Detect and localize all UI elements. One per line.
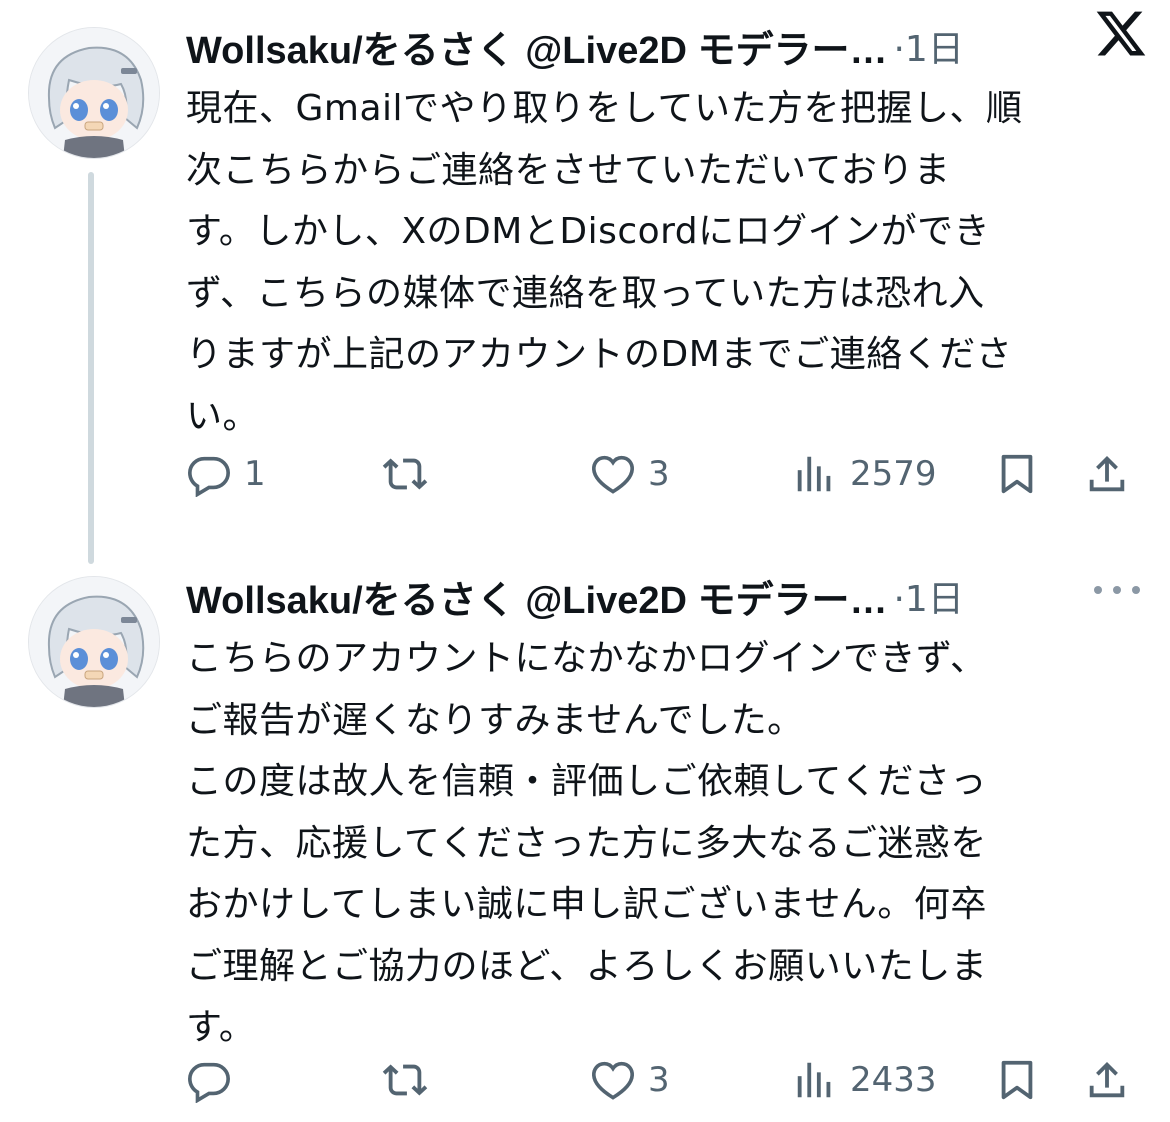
views-icon xyxy=(797,1062,831,1098)
views-button[interactable]: 2433 xyxy=(792,1050,937,1110)
bookmark-button[interactable] xyxy=(994,1050,1040,1110)
tweet[interactable]: Wollsaku/をるさく @Live2D モデラー… ·1日 こちらのアカウン… xyxy=(0,560,1170,1122)
tweet-actions: 1 3 2579 xyxy=(186,444,1146,504)
tweet-text: 現在、Gmailでやり取りをしていた方を把握し、順 次こちらからご連絡をさせてい… xyxy=(186,88,1023,437)
avatar[interactable] xyxy=(28,27,160,159)
tweet-time[interactable]: ·1日 xyxy=(893,570,963,622)
reply-button[interactable] xyxy=(186,1050,244,1110)
avatar[interactable] xyxy=(28,576,160,708)
reply-count: 1 xyxy=(244,454,266,494)
retweet-button[interactable] xyxy=(382,444,440,504)
like-button[interactable]: 3 xyxy=(590,1050,670,1110)
views-button[interactable]: 2579 xyxy=(792,444,937,504)
thread-line xyxy=(88,172,94,564)
heart-icon xyxy=(592,1061,634,1100)
x-logo-icon[interactable] xyxy=(1094,6,1148,60)
bookmark-icon xyxy=(1001,454,1033,494)
tweet-text: こちらのアカウントになかなかログインできず、 ご報告が遅くなりすみませんでした。… xyxy=(186,638,988,1048)
heart-icon xyxy=(592,455,634,494)
views-icon xyxy=(797,456,831,492)
share-button[interactable] xyxy=(1084,444,1130,504)
reply-icon xyxy=(188,456,230,497)
tweet[interactable]: Wollsaku/をるさく @Live2D モデラー… ·1日 現在、Gmail… xyxy=(0,0,1170,564)
author-name[interactable]: Wollsaku/をるさく @Live2D モデラー… xyxy=(186,569,887,624)
share-button[interactable] xyxy=(1084,1050,1130,1110)
share-icon xyxy=(1089,1061,1125,1098)
bookmark-button[interactable] xyxy=(994,444,1040,504)
tweet-header: Wollsaku/をるさく @Live2D モデラー… ·1日 xyxy=(186,566,1150,626)
retweet-button[interactable] xyxy=(382,1050,440,1110)
like-button[interactable]: 3 xyxy=(590,444,670,504)
more-icon[interactable] xyxy=(1094,580,1140,600)
avatar-image xyxy=(29,577,159,707)
avatar-image xyxy=(29,28,159,158)
view-count: 2433 xyxy=(850,1060,937,1100)
view-count: 2579 xyxy=(850,454,937,494)
share-icon xyxy=(1089,455,1125,492)
tweet-time[interactable]: ·1日 xyxy=(893,20,963,72)
reply-icon xyxy=(188,1062,230,1103)
retweet-icon xyxy=(382,458,428,490)
retweet-icon xyxy=(382,1064,428,1096)
like-count: 3 xyxy=(648,1060,670,1100)
tweet-actions: 3 2433 xyxy=(186,1050,1146,1110)
author-name[interactable]: Wollsaku/をるさく @Live2D モデラー… xyxy=(186,19,887,74)
reply-button[interactable]: 1 xyxy=(186,444,266,504)
tweet-header: Wollsaku/をるさく @Live2D モデラー… ·1日 xyxy=(186,16,1150,76)
author-handle[interactable]: @Live2D モデラー… xyxy=(525,580,887,622)
author-handle[interactable]: @Live2D モデラー… xyxy=(525,30,887,72)
bookmark-icon xyxy=(1001,1060,1033,1100)
like-count: 3 xyxy=(648,454,670,494)
